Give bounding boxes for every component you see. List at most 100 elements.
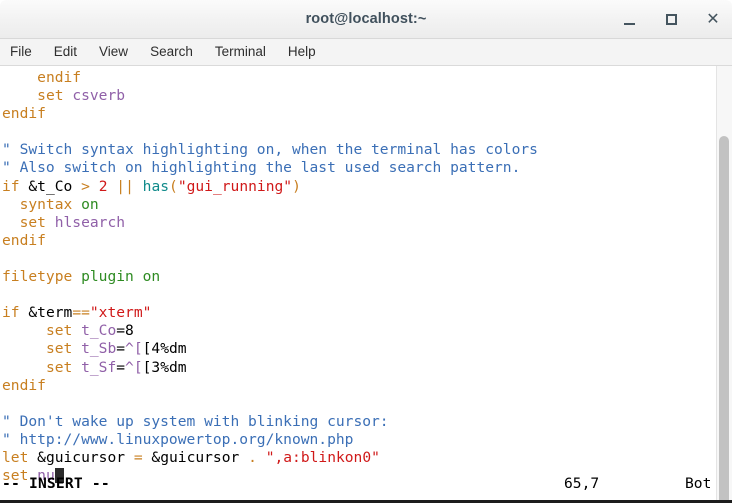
- vim-token: =: [116, 340, 126, 358]
- vim-line: set csverb: [2, 87, 538, 105]
- vim-line: set t_Sf=^[[3%dm: [2, 359, 538, 377]
- vim-token: =: [133, 448, 143, 466]
- vim-token: if: [2, 304, 20, 322]
- vim-token: syntax: [19, 195, 73, 213]
- vim-token: 2: [98, 177, 108, 195]
- vim-token: plugin: [81, 268, 134, 286]
- terminal-window: root@localhost:~ ✕ File Edit View Search…: [0, 0, 732, 503]
- vim-token: on: [81, 195, 99, 213]
- vim-token: set: [45, 358, 73, 376]
- vim-token: " Don't wake up system with blinking cur…: [2, 412, 389, 430]
- vim-token: (: [169, 177, 178, 195]
- menu-item-search[interactable]: Search: [139, 39, 204, 65]
- vim-token: &guicursor: [151, 448, 240, 466]
- vim-token: [72, 359, 81, 376]
- vim-line: [2, 123, 538, 141]
- vim-token: [72, 196, 81, 213]
- vim-line: if &t_Co > 2 || has("gui_running"): [2, 178, 538, 196]
- vim-buffer[interactable]: endif set csverb endif " Switch syntax hi…: [0, 66, 538, 485]
- vim-token: [2, 196, 20, 213]
- vim-cursor-position: 65,7: [564, 475, 600, 492]
- minimize-icon: [623, 22, 635, 25]
- vim-token: "gui_running": [177, 177, 293, 195]
- vim-status-line: -- INSERT -- 65,7 Bot: [0, 475, 732, 493]
- vim-line: endif: [2, 377, 538, 395]
- vim-token: if: [2, 177, 20, 195]
- vim-line: " Don't wake up system with blinking cur…: [2, 413, 538, 431]
- vim-token: .: [248, 448, 257, 466]
- menu-item-terminal[interactable]: Terminal: [204, 39, 277, 65]
- scrollbar-thumb[interactable]: [719, 136, 729, 503]
- vim-token: [2, 69, 37, 86]
- vim-token: has: [142, 177, 170, 195]
- vim-token: =: [116, 358, 126, 376]
- menu-item-view[interactable]: View: [88, 39, 139, 65]
- vim-token: [2, 214, 20, 231]
- vim-token: =8: [116, 322, 134, 340]
- window-controls: ✕: [616, 0, 726, 39]
- vim-token: t_Sf: [81, 358, 117, 376]
- vim-token: [72, 322, 81, 339]
- vim-token: " Switch syntax highlighting on, when th…: [2, 141, 538, 159]
- title-bar[interactable]: root@localhost:~ ✕: [0, 0, 732, 39]
- vim-line: [2, 286, 538, 304]
- vim-token: [3%dm: [142, 358, 187, 376]
- vim-token: [2, 340, 46, 357]
- vim-token: " Also switch on highlighting the last u…: [2, 159, 521, 177]
- vim-line: endif: [2, 105, 538, 123]
- vim-token: ==: [72, 304, 90, 322]
- vim-token: [72, 340, 81, 357]
- close-icon: ✕: [706, 10, 720, 28]
- vim-token: endif: [2, 376, 46, 394]
- vim-token: [2, 359, 46, 376]
- vim-token: [108, 178, 117, 195]
- vim-line: syntax on: [2, 196, 538, 214]
- vim-line: set t_Co=8: [2, 322, 538, 340]
- minimize-button[interactable]: [616, 7, 642, 33]
- vim-token: t_Sb: [81, 340, 117, 358]
- vim-token: set: [37, 87, 64, 105]
- vim-token: [239, 449, 248, 466]
- vim-line: [2, 250, 538, 268]
- vim-token: &t_Co: [28, 177, 73, 195]
- vim-mode-indicator: -- INSERT --: [2, 475, 110, 492]
- terminal-screen[interactable]: endif set csverb endif " Switch syntax hi…: [0, 66, 732, 503]
- vim-token: [125, 449, 134, 466]
- vim-line: set t_Sb=^[[4%dm: [2, 340, 538, 358]
- vim-line: [2, 395, 538, 413]
- vim-line: " http://www.linuxpowertop.org/known.php: [2, 431, 538, 449]
- vim-line: if &term=="xterm": [2, 304, 538, 322]
- vim-token: ||: [116, 177, 134, 195]
- menu-item-file[interactable]: File: [0, 39, 43, 65]
- vim-token: ^[: [125, 358, 143, 376]
- vim-token: ): [292, 177, 301, 195]
- scrollbar-track[interactable]: [716, 66, 732, 503]
- vim-token: set: [45, 322, 73, 340]
- vim-token: [28, 449, 37, 466]
- vim-scroll-indicator: Bot: [685, 475, 712, 492]
- vim-token: [2, 322, 46, 339]
- vim-token: let: [2, 448, 29, 466]
- vim-token: [72, 268, 81, 285]
- vim-token: >: [81, 177, 90, 195]
- vim-token: csverb: [72, 87, 126, 105]
- vim-token: on: [142, 268, 161, 286]
- vim-token: filetype: [2, 268, 73, 286]
- vim-token: set: [45, 340, 73, 358]
- vim-token: [2, 87, 37, 104]
- vim-line: " Switch syntax highlighting on, when th…: [2, 141, 538, 159]
- vim-token: endif: [2, 231, 46, 249]
- vim-token: t_Co: [81, 322, 117, 340]
- vim-token: " http://www.linuxpowertop.org/known.php: [2, 430, 354, 448]
- vim-line: endif: [2, 232, 538, 250]
- maximize-button[interactable]: [658, 7, 684, 33]
- vim-token: &term: [28, 304, 73, 322]
- menu-item-edit[interactable]: Edit: [43, 39, 88, 65]
- vim-token: ^[: [125, 340, 143, 358]
- vim-token: [134, 178, 143, 195]
- vim-token: "xterm": [89, 304, 152, 322]
- vim-token: &guicursor: [37, 448, 126, 466]
- vim-line: " Also switch on highlighting the last u…: [2, 159, 538, 177]
- menu-item-help[interactable]: Help: [277, 39, 327, 65]
- close-button[interactable]: ✕: [700, 7, 726, 33]
